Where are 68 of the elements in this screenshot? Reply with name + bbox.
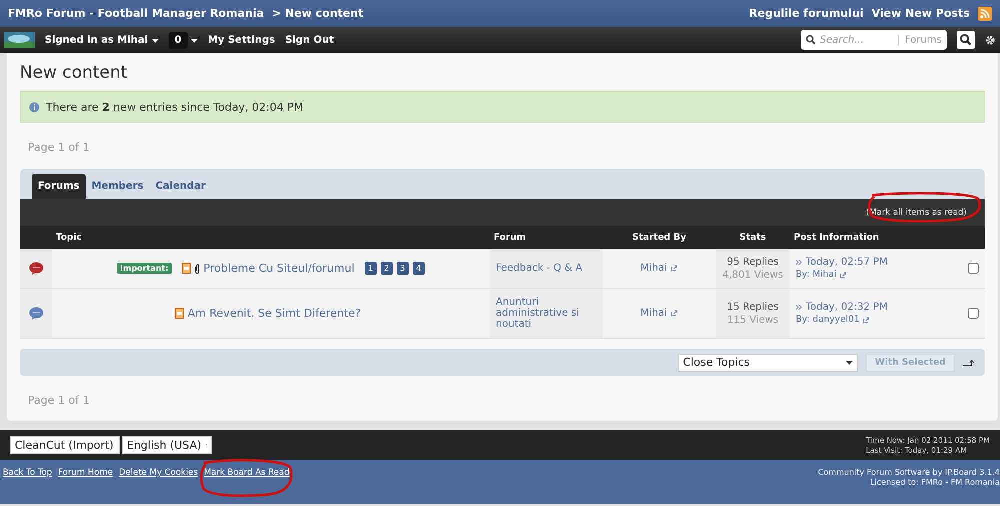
document-icon [174, 308, 184, 319]
rss-icon[interactable] [978, 6, 992, 20]
license-text: Licensed to: FMRo - FM Romania [870, 478, 1000, 487]
topic-checkbox[interactable] [968, 308, 979, 319]
breadcrumb-link[interactable]: FMRo Forum - Football Manager Romania [8, 7, 264, 20]
skin-select[interactable]: CleanCut (Import) [10, 436, 120, 454]
forum-link[interactable]: Feedback - Q & A [496, 263, 582, 274]
views-count: 115 Views [727, 314, 779, 326]
external-link-icon [840, 272, 847, 278]
page-number-link[interactable]: 1 [364, 262, 377, 275]
column-header: Started By [632, 232, 686, 242]
last-post-link[interactable]: Today, 02:32 PM [806, 302, 888, 313]
page-number-link[interactable]: 4 [412, 262, 425, 275]
search-button[interactable] [957, 31, 975, 49]
footer-link[interactable]: Delete My Cookies [119, 468, 198, 478]
header-link[interactable]: Regulile forumului [749, 7, 864, 20]
dropdown-caret-icon [846, 360, 854, 364]
views-count: 4,801 Views [722, 270, 784, 280]
language-select[interactable]: English (USA) [122, 436, 212, 454]
pagination-label: Page 1 of 1 [28, 394, 90, 407]
column-header: Post Information [794, 232, 880, 242]
topic-title-link[interactable]: Am Revenit. Se Simt Diferente? [188, 307, 362, 320]
user-bar-link[interactable]: My Settings [208, 34, 276, 46]
replies-count: 95 Replies [727, 256, 779, 268]
important-badge: Important: [117, 263, 172, 274]
last-post-link[interactable]: Today, 02:57 PM [806, 257, 888, 268]
tab[interactable]: Members [86, 174, 150, 199]
dropdown-caret-icon [191, 38, 198, 42]
search-field[interactable]: Search... Forums [801, 30, 947, 50]
search-icon [806, 35, 816, 45]
forum-link[interactable]: Anunturi administrative si noutati [496, 297, 597, 330]
move-icon [963, 358, 975, 366]
last-poster-link[interactable]: By: Mihai [796, 270, 837, 280]
starter-link[interactable]: Mihai [640, 308, 668, 319]
logo-icon[interactable] [4, 32, 35, 48]
footer-link[interactable]: Mark Board As Read [204, 468, 290, 478]
column-header: Forum [494, 232, 526, 242]
page-number-link[interactable]: 3 [396, 262, 409, 275]
dropdown-caret-icon [152, 38, 159, 42]
column-header: Topic [56, 232, 82, 242]
last-poster-link[interactable]: By: danyyel01 [796, 315, 860, 325]
topic-checkbox[interactable] [968, 263, 979, 274]
new-entries-message: There are 2 new entries since Today, 02:04 PM [46, 100, 304, 114]
user-bar-link[interactable]: Sign Out [285, 34, 334, 46]
breadcrumb-current: > New content [272, 7, 364, 20]
tab[interactable]: Calendar [150, 174, 212, 199]
page-number-link[interactable]: 2 [380, 262, 393, 275]
starter-link[interactable]: Mihai [640, 263, 668, 274]
external-link-icon [671, 265, 678, 272]
moderation-action-select[interactable]: Close Topics [678, 354, 858, 372]
external-link-icon [671, 310, 678, 317]
column-header: Stats [740, 232, 766, 242]
arrow-icon [796, 260, 802, 265]
topic-title-link[interactable]: Probleme Cu Siteul/forumul [204, 262, 355, 275]
pagination-label: Page 1 of 1 [28, 141, 90, 154]
software-credit: Community Forum Software by IP.Board 3.1.4 [818, 468, 1000, 477]
info-icon [29, 102, 40, 112]
replies-count: 15 Replies [727, 302, 779, 312]
arrow-icon [796, 305, 802, 310]
external-link-icon [862, 316, 870, 324]
tab[interactable]: Forums [32, 174, 86, 199]
footer-link[interactable]: Back To Top [3, 468, 52, 478]
document-icon [182, 263, 191, 274]
page-title: New content [20, 63, 129, 83]
footer-link[interactable]: Forum Home [58, 468, 114, 478]
user-menu[interactable]: Signed in as Mihai [45, 34, 159, 46]
settings-icon[interactable] [985, 34, 996, 46]
header-link[interactable]: View New Posts [872, 7, 970, 20]
